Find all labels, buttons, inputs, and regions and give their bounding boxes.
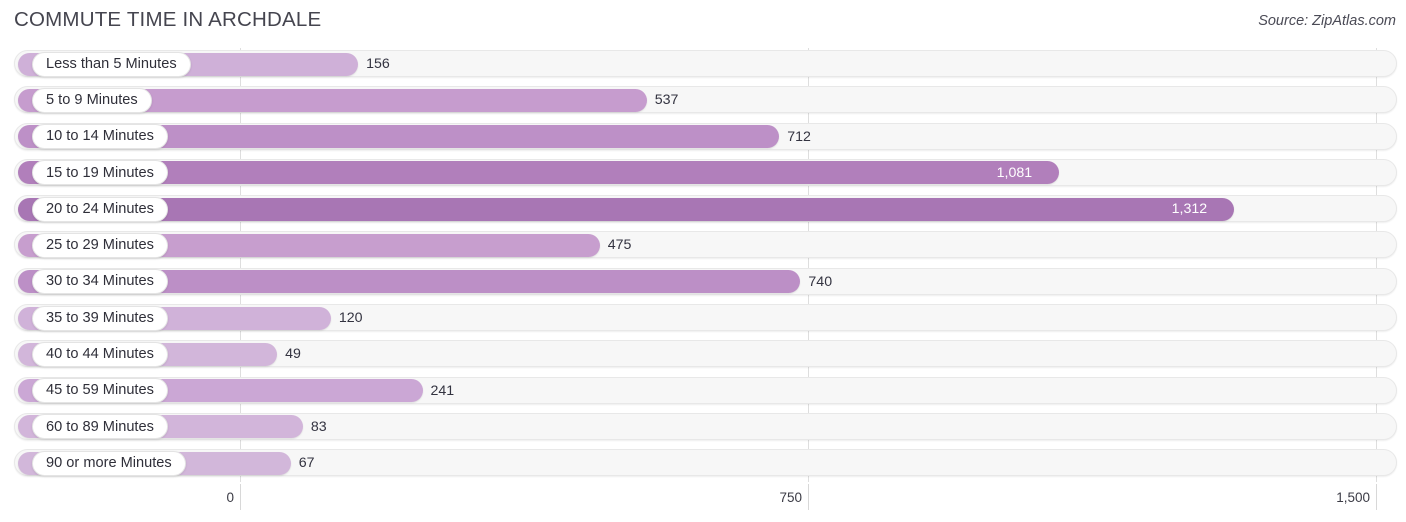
category-label-pill: 90 or more Minutes <box>32 450 186 476</box>
source-attribution: Source: ZipAtlas.com <box>1258 13 1396 29</box>
bar-value-label: 67 <box>298 455 315 472</box>
x-axis: 0 750 1,500 <box>0 484 1406 522</box>
category-label-pill: 25 to 29 Minutes <box>32 232 168 258</box>
category-label-pill: 20 to 24 Minutes <box>32 196 168 222</box>
bar[interactable] <box>18 197 1234 221</box>
axis-tick <box>240 484 241 510</box>
bar-value-label: 156 <box>366 56 390 72</box>
category-label-pill: 40 to 44 Minutes <box>32 341 168 367</box>
page-title: COMMUTE TIME IN ARCHDALE <box>14 8 322 31</box>
axis-tick <box>1376 484 1377 510</box>
plot-area: Less than 5 Minutes 156 5 to 9 Minutes 537 1… <box>0 48 1406 484</box>
category-label: Less than 5 Minutes <box>46 55 177 72</box>
bar-value-label: 83 <box>310 418 327 435</box>
axis-tick-label: 0 <box>226 490 234 505</box>
bar[interactable] <box>18 161 1059 185</box>
bar-row: 15 to 19 Minutes 1,081 <box>0 157 1406 193</box>
axis-tick-label: 1,500 <box>1336 490 1370 505</box>
bar-value-label: 740 <box>808 273 833 290</box>
bar-value-label: 475 <box>607 237 632 254</box>
category-label-pill: 45 to 59 Minutes <box>32 378 168 404</box>
bar-value-label: 537 <box>654 92 679 109</box>
bar-row: 30 to 34 Minutes 740 <box>0 266 1406 302</box>
bar-row: 10 to 14 Minutes 712 <box>0 121 1406 157</box>
category-label: 30 to 34 Minutes <box>46 273 154 290</box>
category-label-pill: 15 to 19 Minutes <box>32 160 168 186</box>
chart-page: COMMUTE TIME IN ARCHDALE Source: ZipAtla… <box>0 0 1406 522</box>
category-label: 45 to 59 Minutes <box>46 382 154 399</box>
category-label-pill: 60 to 89 Minutes <box>32 414 168 440</box>
category-label: 40 to 44 Minutes <box>46 346 154 363</box>
category-label: 60 to 89 Minutes <box>46 418 154 435</box>
category-label: 15 to 19 Minutes <box>46 164 154 181</box>
category-label-pill: 5 to 9 Minutes <box>32 87 152 113</box>
bar-value-label: 241 <box>430 382 455 399</box>
axis-tick-label: 750 <box>779 490 802 505</box>
category-label: 5 to 9 Minutes <box>46 92 138 108</box>
bar-row: 20 to 24 Minutes 1,312 <box>0 193 1406 229</box>
bar-row: 60 to 89 Minutes 83 <box>0 411 1406 447</box>
category-label-pill: Less than 5 Minutes <box>32 51 191 77</box>
category-label-pill: 30 to 34 Minutes <box>32 269 168 295</box>
category-label-pill: 10 to 14 Minutes <box>32 124 168 150</box>
bar-value-label: 712 <box>787 128 811 145</box>
bar-row: 45 to 59 Minutes 241 <box>0 375 1406 411</box>
axis-tick <box>808 484 809 510</box>
bar-row: 35 to 39 Minutes 120 <box>0 302 1406 338</box>
bar-row: 40 to 44 Minutes 49 <box>0 338 1406 374</box>
category-label: 20 to 24 Minutes <box>46 200 154 217</box>
category-label-pill: 35 to 39 Minutes <box>32 305 168 331</box>
bar-row: 25 to 29 Minutes 475 <box>0 229 1406 265</box>
bar-value-label: 120 <box>338 310 363 327</box>
category-label: 90 or more Minutes <box>46 454 172 471</box>
bar-row: 5 to 9 Minutes 537 <box>0 84 1406 120</box>
category-label: 25 to 29 Minutes <box>46 237 154 254</box>
bar-row: 90 or more Minutes 67 <box>0 447 1406 483</box>
category-label: 35 to 39 Minutes <box>46 309 154 326</box>
bar-value-label: 1,081 <box>996 164 1033 181</box>
bar-rows: Less than 5 Minutes 156 5 to 9 Minutes 537 1… <box>0 48 1406 484</box>
category-label: 10 to 14 Minutes <box>46 128 154 145</box>
bar-value-label: 49 <box>285 346 301 363</box>
bar-row: Less than 5 Minutes 156 <box>0 48 1406 84</box>
bar-value-label: 1,312 <box>1171 201 1208 218</box>
